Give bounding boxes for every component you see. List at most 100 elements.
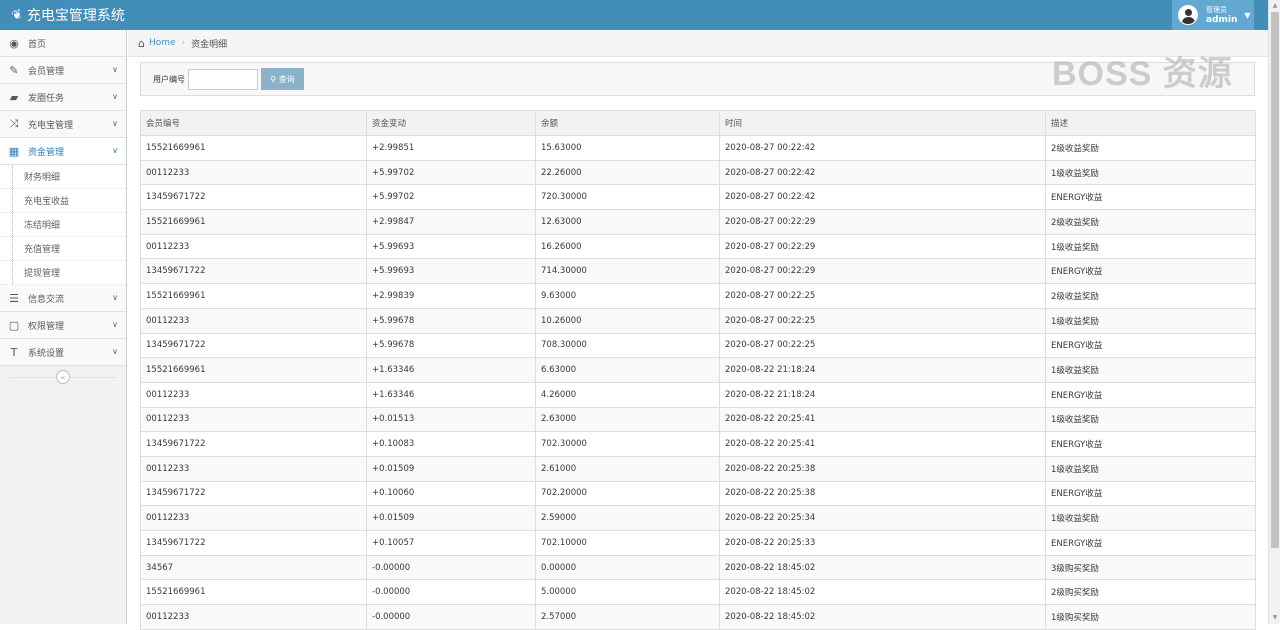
sidebar-subitem-powerbank-income[interactable]: 充电宝收益: [0, 189, 126, 213]
table-row: 00112233 +5.99693 16.26000 2020-08-27 00:22…: [140, 233, 1256, 260]
sidebar-item-powerbank[interactable]: ⤨ 充电宝管理 ∨: [0, 111, 126, 138]
top-navbar: ❦ 充电宝管理系统 管理员 admin ▼: [0, 0, 1268, 30]
sidebar-item-settings[interactable]: T 系统设置 ∨: [0, 339, 126, 366]
sidebar-item-home[interactable]: ◉ 首页: [0, 30, 126, 57]
table-cell: 2.59000: [535, 505, 720, 531]
query-button-label: 查询: [278, 74, 295, 84]
table-row: 15521669961 -0.00000 5.00000 2020-08-22 18:…: [140, 579, 1256, 606]
user-id-input[interactable]: [188, 68, 258, 90]
table-cell: +0.10083: [366, 431, 536, 457]
table-cell: +2.99839: [366, 283, 536, 309]
scroll-down-icon[interactable]: ▼: [1269, 612, 1280, 624]
shuffle-icon: ⤨: [9, 117, 19, 130]
table-cell: 2020-08-22 20:25:34: [719, 505, 1046, 531]
column-header[interactable]: 余额: [535, 110, 720, 136]
table-cell: +1.63346: [366, 357, 536, 383]
table-cell: 2020-08-27 00:22:42: [719, 159, 1046, 186]
chevron-down-icon: ∨: [112, 92, 118, 101]
query-button[interactable]: ⚲ 查询: [261, 68, 304, 90]
table-cell: +0.01509: [366, 505, 536, 531]
sidebar-item-permissions[interactable]: ▢ 权限管理 ∨: [0, 312, 126, 339]
table-cell: 2020-08-22 20:25:38: [719, 480, 1046, 507]
table-cell: 00112233: [140, 381, 367, 408]
table-cell: +0.10060: [366, 480, 536, 507]
table-cell: 2020-08-22 20:25:41: [719, 406, 1046, 433]
sidebar-subitem-finance-detail[interactable]: 财务明细: [0, 165, 126, 189]
sidebar: ◉ 首页 ✎ 会员管理 ∨ ▰ 发圈任务 ∨ ⤨ 充电宝管理 ∨ ▦ 资金管理 …: [0, 30, 127, 624]
page-scrollbar[interactable]: ▲ ▼: [1268, 0, 1280, 624]
brand[interactable]: ❦ 充电宝管理系统: [9, 0, 125, 30]
collapse-sidebar-button[interactable]: «: [56, 370, 70, 384]
table-row: 00112233 +1.63346 4.26000 2020-08-22 21:18:…: [140, 381, 1256, 408]
table-cell: 1级购买奖励: [1045, 604, 1256, 630]
user-id-label: 用户编号: [153, 74, 185, 84]
table-row: 13459671722 +5.99678 708.30000 2020-08-27 0…: [140, 332, 1256, 359]
table-cell: +5.99678: [366, 332, 536, 359]
table-cell: 2.61000: [535, 455, 720, 482]
table-row: 15521669961 +2.99847 12.63000 2020-08-27 00…: [140, 209, 1256, 235]
home-icon: ⌂: [138, 36, 145, 50]
chevron-down-icon: ∨: [112, 320, 118, 329]
table-row: 34567 -0.00000 0.00000 2020-08-22 18:45:02 3…: [140, 554, 1256, 581]
sidebar-item-label: 首页: [28, 39, 47, 50]
sidebar-item-messages[interactable]: ☰ 信息交流 ∨: [0, 285, 126, 312]
table-cell: +0.10057: [366, 530, 536, 556]
table-cell: 15521669961: [140, 283, 367, 309]
table-cell: 2020-08-22 20:25:38: [719, 455, 1046, 482]
table-cell: 1级收益奖励: [1045, 159, 1256, 186]
table-cell: +5.99693: [366, 258, 536, 285]
column-header[interactable]: 时间: [719, 110, 1046, 136]
calendar-icon: ▦: [8, 144, 20, 158]
table-cell: 9.63000: [535, 283, 720, 309]
table-cell: 22.26000: [535, 159, 720, 186]
table-cell: -0.00000: [366, 554, 536, 581]
table-cell: 13459671722: [140, 431, 367, 457]
table-cell: 00112233: [140, 233, 367, 260]
sidebar-item-funds[interactable]: ▦ 资金管理 ∨: [0, 138, 126, 165]
table-cell: 4.26000: [535, 381, 720, 408]
table-cell: -0.00000: [366, 579, 536, 606]
text-icon: T: [10, 345, 18, 359]
table-cell: 00112233: [140, 455, 367, 482]
table-cell: 708.30000: [535, 332, 720, 359]
table-cell: ENERGY收益: [1045, 381, 1256, 408]
table-cell: 16.26000: [535, 233, 720, 260]
sidebar-subitem-withdraw[interactable]: 提现管理: [0, 261, 126, 285]
column-header[interactable]: 描述: [1045, 110, 1256, 136]
breadcrumb-current: 资金明细: [191, 39, 228, 50]
book-icon: ▰: [9, 90, 19, 104]
table-cell: 34567: [140, 554, 367, 581]
scrollbar-thumb[interactable]: [1271, 12, 1279, 548]
table-cell: 1级收益奖励: [1045, 406, 1256, 433]
table-cell: 00112233: [140, 604, 367, 630]
table-cell: 2020-08-22 20:25:41: [719, 431, 1046, 457]
sidebar-item-tasks[interactable]: ▰ 发圈任务 ∨: [0, 84, 126, 111]
table-cell: 2020-08-27 00:22:25: [719, 307, 1046, 334]
sidebar-subitem-recharge[interactable]: 充值管理: [0, 237, 126, 261]
sidebar-item-label: 系统设置: [28, 348, 65, 359]
breadcrumb-separator: ›: [181, 38, 186, 48]
sidebar-subitem-frozen-detail[interactable]: 冻结明细: [0, 213, 126, 237]
table-cell: +2.99851: [366, 135, 536, 161]
list-alt-icon: ☰: [9, 291, 19, 305]
avatar: [1178, 5, 1198, 25]
breadcrumb-home-link[interactable]: Home: [149, 38, 176, 48]
column-header[interactable]: 资金变动: [366, 110, 536, 136]
table-row: 13459671722 +5.99693 714.30000 2020-08-27 0…: [140, 258, 1256, 285]
sidebar-item-label: 权限管理: [28, 321, 65, 332]
table-cell: 0.00000: [535, 554, 720, 581]
table-row: 00112233 -0.00000 2.57000 2020-08-22 18:45:…: [140, 604, 1256, 630]
column-header[interactable]: 会员编号: [140, 110, 367, 136]
table-row: 13459671722 +0.10083 702.30000 2020-08-22 2…: [140, 431, 1256, 457]
sidebar-item-members[interactable]: ✎ 会员管理 ∨: [0, 57, 126, 84]
table-cell: ENERGY收益: [1045, 431, 1256, 457]
leaf-icon: ❦: [9, 6, 26, 24]
table-row: 15521669961 +2.99851 15.63000 2020-08-27 00…: [140, 135, 1256, 161]
user-menu[interactable]: 管理员 admin ▼: [1172, 0, 1254, 30]
scroll-up-icon[interactable]: ▲: [1269, 0, 1280, 12]
table-cell: 2020-08-22 21:18:24: [719, 357, 1046, 383]
sidebar-item-label: 会员管理: [28, 66, 65, 77]
table-cell: 00112233: [140, 406, 367, 433]
table-cell: ENERGY收益: [1045, 258, 1256, 285]
table-cell: 00112233: [140, 307, 367, 334]
